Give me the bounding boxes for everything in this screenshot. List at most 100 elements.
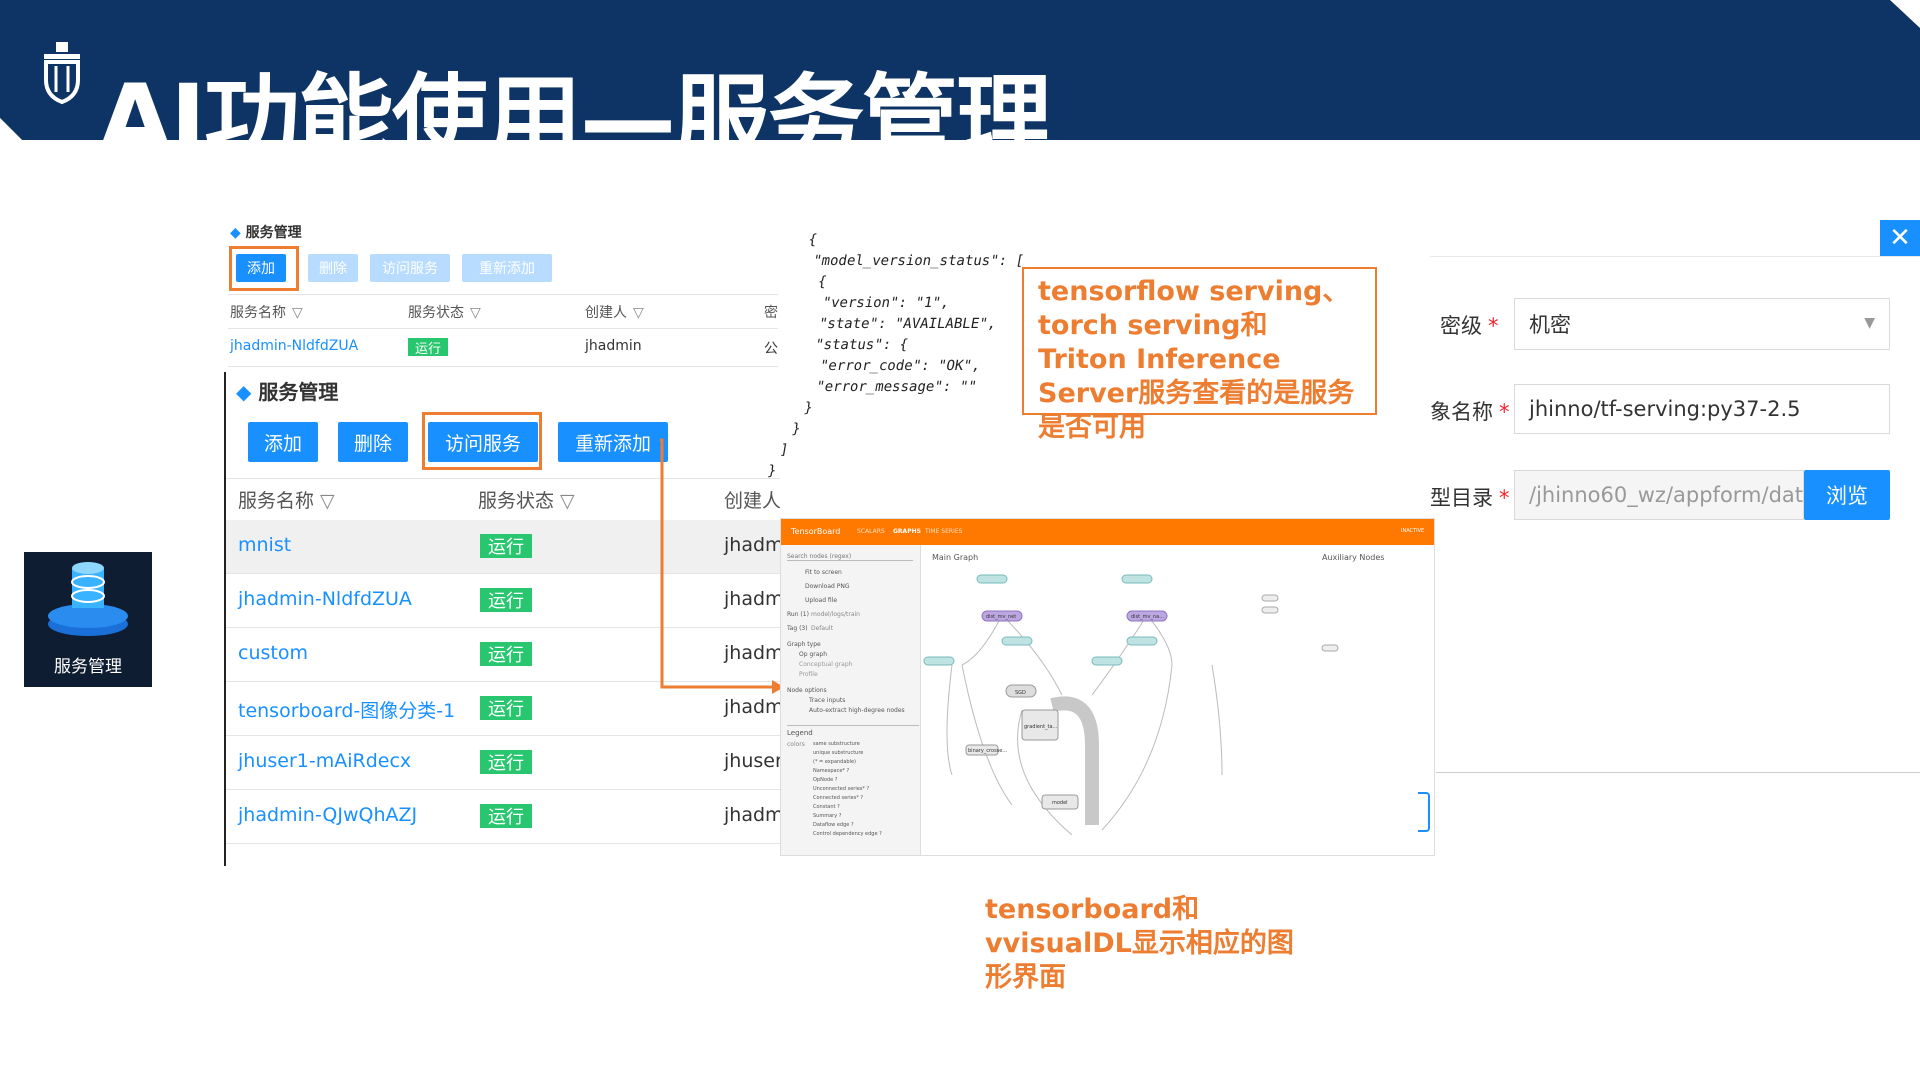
slide-title: AI功能使用—服务管理 bbox=[98, 64, 1052, 176]
directory-input[interactable]: /jhinno60_wz/appform/data/s bbox=[1514, 470, 1804, 520]
access-service-button[interactable]: 访问服务 bbox=[370, 254, 450, 282]
creator-cell: jhadmin bbox=[585, 338, 642, 354]
service-name-link[interactable]: custom bbox=[238, 642, 308, 664]
server-stack-icon bbox=[48, 562, 128, 636]
filter-icon[interactable]: ▽ bbox=[470, 305, 481, 321]
university-logo-icon bbox=[44, 42, 80, 104]
field-label-image: 象名称 * bbox=[1430, 400, 1510, 424]
filter-icon[interactable]: ▽ bbox=[560, 490, 575, 512]
legend-item: Connected series* ? bbox=[813, 795, 864, 801]
service-name-link[interactable]: jhadmin-NldfdZUA bbox=[230, 338, 358, 354]
status-badge: 运行 bbox=[480, 696, 532, 720]
tab-graphs[interactable]: GRAPHS bbox=[893, 528, 921, 535]
delete-button[interactable]: 删除 bbox=[338, 422, 408, 462]
partial-button-edge[interactable] bbox=[1418, 792, 1430, 832]
service-management-tile[interactable]: 服务管理 bbox=[24, 552, 152, 687]
legend-item: unique substructure bbox=[813, 750, 864, 756]
graph-node: SGD bbox=[1015, 690, 1026, 696]
tile-label: 服务管理 bbox=[54, 657, 122, 677]
delete-button[interactable]: 删除 bbox=[308, 254, 358, 282]
json-response: { "model_version_status": [ { "version":… bbox=[766, 232, 1026, 479]
run-label: Run (1) bbox=[787, 611, 809, 618]
tensorboard-brand: TensorBoard bbox=[791, 527, 841, 536]
service-name-link[interactable]: jhadmin-NldfdZUA bbox=[238, 588, 412, 610]
service-name-link[interactable]: mnist bbox=[238, 534, 291, 556]
filter-icon[interactable]: ▽ bbox=[292, 305, 303, 321]
service-name-link[interactable]: jhadmin-QJwQhAZJ bbox=[238, 804, 417, 826]
callout-text-tensorboard: tensorboard和vvisualDL显示相应的图形界面 bbox=[985, 894, 1294, 993]
panel-small-title: 服务管理 bbox=[245, 225, 302, 241]
auto-extract-toggle[interactable]: Auto-extract high-degree nodes bbox=[809, 707, 905, 714]
status-inactive[interactable]: INACTIVE bbox=[1401, 528, 1424, 534]
connector-arrow bbox=[660, 438, 784, 694]
tensorboard-graph-area[interactable]: Main Graph Auxiliary Nodes dist_mv_net d… bbox=[922, 545, 1435, 856]
trace-inputs-toggle[interactable]: Trace inputs bbox=[809, 697, 845, 704]
tensorboard-window: TensorBoard SCALARS GRAPHS TIME SERIES I… bbox=[780, 518, 1435, 856]
status-badge: 运行 bbox=[480, 642, 532, 666]
column-header-status[interactable]: 服务状态 ▽ bbox=[478, 486, 575, 513]
legend-item: (* = expandable) bbox=[813, 759, 857, 765]
graph-type-conceptual[interactable]: Conceptual graph bbox=[799, 661, 852, 668]
panel-large-header: ◆ 服务管理 bbox=[236, 376, 338, 405]
tag-label: Tag (3) bbox=[787, 625, 808, 632]
chevron-down-icon: ▼ bbox=[1864, 315, 1875, 331]
status-badge: 运行 bbox=[480, 804, 532, 828]
graph-node: model bbox=[1052, 800, 1068, 806]
security-level-select[interactable]: 机密 ▼ bbox=[1514, 298, 1890, 350]
graph-type-label: Graph type bbox=[787, 641, 821, 648]
filter-icon[interactable]: ▽ bbox=[633, 305, 644, 321]
re-add-button[interactable]: 重新添加 bbox=[558, 422, 668, 462]
graph-canvas[interactable]: dist_mv_net dist_mv_na... SGD gradient_t… bbox=[922, 545, 1435, 856]
service-stack-icon: ◆ bbox=[230, 225, 241, 241]
node-options-label: Node options bbox=[787, 687, 827, 694]
legend-item: Unconnected series* ? bbox=[813, 786, 870, 792]
legend-item: Summary ? bbox=[813, 813, 842, 819]
column-header-creator[interactable]: 创建人 ▽ bbox=[585, 302, 644, 322]
legend-header[interactable]: Legend bbox=[787, 725, 919, 737]
legend-item: OpNode ? bbox=[813, 777, 838, 783]
browse-button[interactable]: 浏览 bbox=[1804, 470, 1890, 520]
fit-to-screen-button[interactable]: Fit to screen bbox=[805, 569, 842, 576]
close-button[interactable]: ✕ bbox=[1880, 220, 1920, 256]
callout-box-serving: tensorflow serving、torch serving和 Triton… bbox=[1022, 267, 1377, 443]
status-badge: 运行 bbox=[480, 750, 532, 774]
column-header-status[interactable]: 服务状态 ▽ bbox=[408, 302, 481, 322]
column-header-extra: 密 bbox=[764, 305, 778, 321]
re-add-button[interactable]: 重新添加 bbox=[462, 254, 552, 282]
download-png-button[interactable]: Download PNG bbox=[805, 583, 850, 590]
legend-item: Dataflow edge ? bbox=[813, 822, 854, 828]
creator-cell: jhuser bbox=[724, 750, 780, 772]
upload-file-button[interactable]: Upload file bbox=[805, 597, 837, 604]
legend-item: Constant ? bbox=[813, 804, 840, 810]
tab-scalars[interactable]: SCALARS bbox=[857, 528, 885, 535]
filter-icon[interactable]: ▽ bbox=[320, 490, 335, 512]
table-row[interactable]: jhuser1-mAiRdecx 运行 jhuser bbox=[226, 736, 780, 790]
extra-cell: 公 bbox=[764, 341, 778, 357]
highlight-box bbox=[422, 412, 542, 470]
service-name-link[interactable]: jhuser1-mAiRdecx bbox=[238, 750, 411, 772]
run-select[interactable]: model/logs/train bbox=[811, 611, 860, 618]
highlight-box bbox=[229, 246, 299, 291]
search-nodes-input[interactable]: Search nodes (regex) bbox=[787, 553, 913, 561]
graph-type-profile[interactable]: Profile bbox=[799, 671, 818, 678]
close-icon: ✕ bbox=[1889, 223, 1911, 253]
tab-time-series[interactable]: TIME SERIES bbox=[925, 528, 962, 535]
graph-node: dist_mv_na... bbox=[1131, 614, 1164, 620]
panel-small: ◆ 服务管理 添加 删除 访问服务 重新添加 服务名称 ▽ 服务状态 ▽ 创建人 ▽ … bbox=[228, 218, 778, 368]
status-badge: 运行 bbox=[480, 588, 532, 612]
legend-colors-label: colors bbox=[787, 741, 805, 748]
column-header-name[interactable]: 服务名称 ▽ bbox=[230, 302, 303, 322]
creator-cell: jhadm bbox=[724, 696, 780, 718]
service-name-link[interactable]: tensorboard-图像分类-1 bbox=[238, 696, 455, 723]
graph-node: binary_crosse... bbox=[968, 748, 1008, 754]
tensorboard-sidebar: Search nodes (regex) Fit to screen Downl… bbox=[781, 545, 921, 855]
add-button[interactable]: 添加 bbox=[248, 422, 318, 462]
table-row[interactable]: jhadmin-QJwQhAZJ 运行 jhadm bbox=[226, 790, 780, 844]
tag-select[interactable]: Default bbox=[811, 625, 833, 632]
graph-type-op[interactable]: Op graph bbox=[799, 651, 827, 658]
field-label-directory: 型目录 * bbox=[1430, 486, 1510, 510]
image-name-input[interactable]: jhinno/tf-serving:py37-2.5 bbox=[1514, 384, 1890, 434]
field-label-security: 密级 * bbox=[1440, 314, 1499, 338]
graph-node: dist_mv_net bbox=[986, 614, 1016, 620]
column-header-name[interactable]: 服务名称 ▽ bbox=[238, 486, 335, 513]
